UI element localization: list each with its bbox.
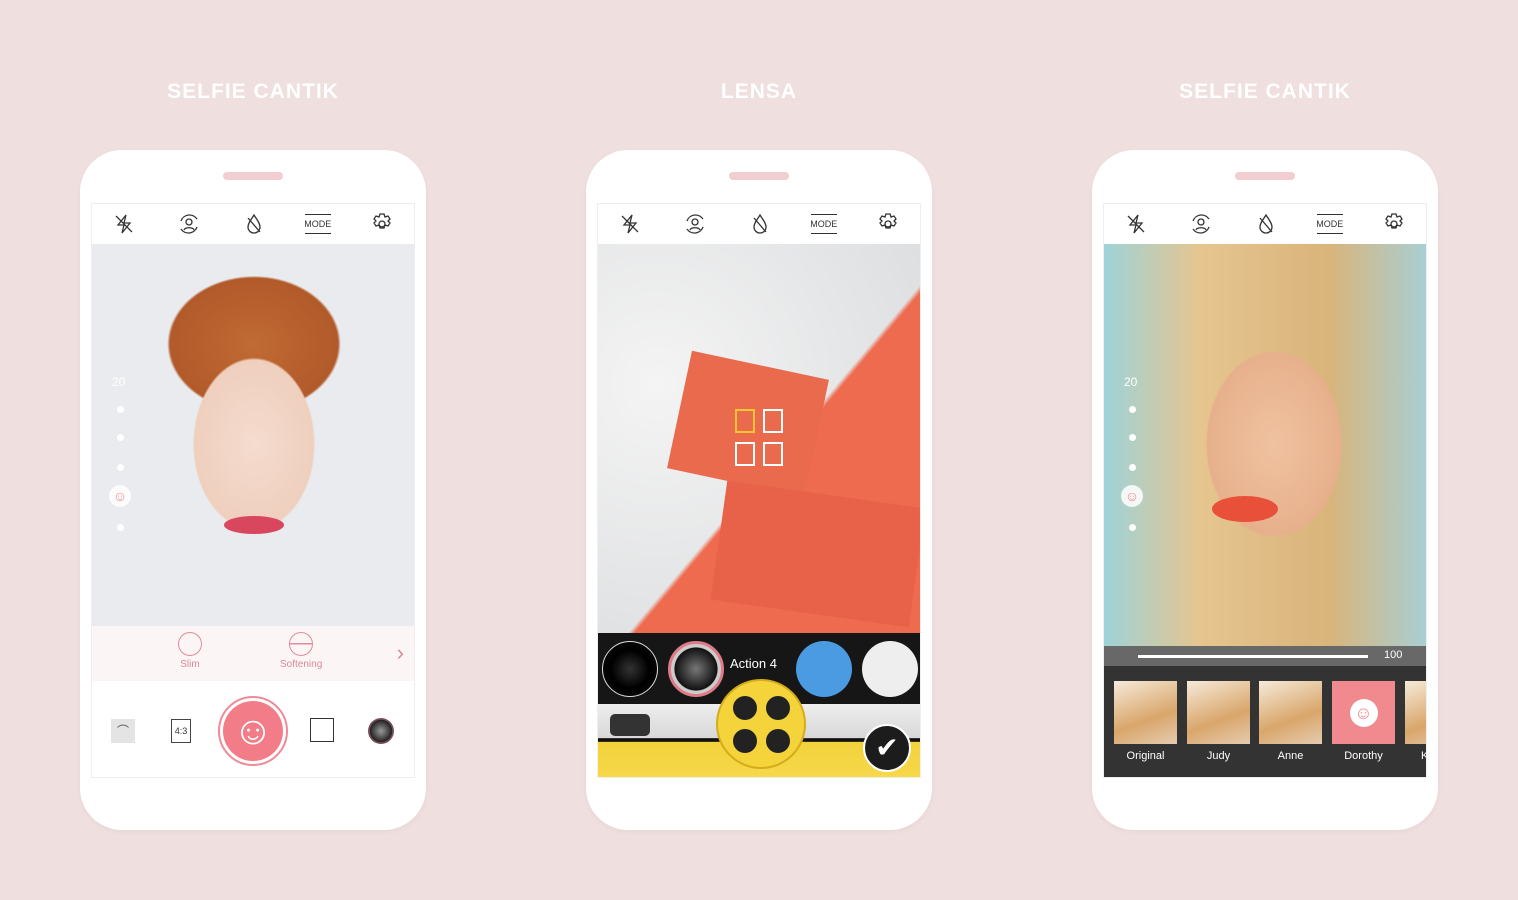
slider-smile-handle[interactable]: ☺ [109,485,131,507]
phone-speaker [729,172,789,180]
lens-option[interactable] [862,641,918,697]
lens-label: Action 4 [730,656,777,671]
softening-icon [289,632,314,656]
filter-thumb[interactable] [1187,681,1250,744]
phone-speaker [1235,172,1295,180]
slider-step[interactable] [117,434,124,441]
lips [224,516,284,534]
smile-icon: ☺ [223,701,283,761]
shutter-button[interactable]: ☺ [218,696,288,766]
face-slim-icon [178,632,202,656]
beauty-menu: Slim Softening › [92,626,414,681]
gear-icon[interactable] [368,210,396,238]
phone-mockup-lens: MODE Action 4 ✔ [586,150,932,830]
camera-body: ✔ [598,679,920,777]
filter-thumb[interactable] [1114,681,1177,744]
gear-icon[interactable] [1380,210,1408,238]
gallery-icon[interactable]: ⌒ [111,719,135,743]
filter-label: K [1405,750,1426,762]
camera-screen: MODE 20 ☺ Slim Softening › ⌒ 4:3 ☺ [91,203,415,778]
lens-option[interactable] [602,641,658,697]
slider-step[interactable] [1129,406,1136,413]
phone-mockup-filters: MODE 20 ☺ 100 Original Judy Anne ☺ Dorot… [1092,150,1438,830]
filter-label: Dorothy [1344,750,1383,762]
mode-icon[interactable]: MODE [1316,214,1343,234]
drop-off-icon[interactable] [240,210,268,238]
intensity-value: 100 [1384,649,1403,661]
slider-step[interactable] [117,524,124,531]
slider-step[interactable] [117,406,124,413]
filter-label: Judy [1206,750,1231,762]
slider-step[interactable] [1129,464,1136,471]
filter-thumb-selected[interactable]: ☺ [1332,681,1395,744]
switch-camera-icon[interactable] [175,210,203,238]
intensity-slider-bar: 100 [1104,646,1426,666]
beauty-item-label: Slim [180,659,200,670]
camera-screen: MODE 20 ☺ 100 Original Judy Anne ☺ Dorot… [1103,203,1427,778]
slider-step[interactable] [1129,524,1136,531]
lips [1212,496,1278,522]
camera-toolbar: MODE [598,204,920,244]
phone-speaker [223,172,283,180]
flash-off-icon[interactable] [1122,210,1150,238]
camera-screen: MODE Action 4 ✔ [597,203,921,778]
beauty-level: 20 [112,375,126,389]
aspect-ratio-button[interactable]: 4:3 [171,719,191,743]
camera-toolbar: MODE [92,204,414,244]
checkmark-icon[interactable]: ✔ [863,724,911,772]
drop-off-icon[interactable] [746,210,774,238]
lens-option-selected[interactable] [796,641,852,697]
intensity-slider[interactable] [1138,655,1368,658]
beauty-item-label: Softening [280,659,323,670]
screen-title: SELFIE CANTIK [167,80,339,103]
shutter-lens-button[interactable] [716,679,806,769]
mode-icon[interactable]: MODE [810,214,837,234]
beauty-item-softening[interactable]: Softening [280,632,322,670]
beauty-level: 20 [1124,375,1138,389]
chevron-right-icon[interactable]: › [397,640,404,666]
slider-step[interactable] [117,464,124,471]
focus-grid-icon [735,409,785,467]
filter-thumb[interactable] [1259,681,1322,744]
camera-preview-photo [92,244,414,626]
camera-toolbar: MODE [1104,204,1426,244]
flash-off-icon[interactable] [110,210,138,238]
flash-off-icon[interactable] [616,210,644,238]
slider-step[interactable] [1129,434,1136,441]
smile-icon: ☺ [1349,699,1378,727]
lens-option[interactable] [668,641,724,697]
filter-label: Original [1126,750,1165,762]
switch-camera-icon[interactable] [1187,210,1215,238]
lens-icon[interactable] [368,718,394,744]
camera-controls: ⌒ 4:3 ☺ [92,681,414,777]
screen-title: SELFIE CANTIK [1179,80,1351,103]
slider-smile-handle[interactable]: ☺ [1121,485,1143,507]
phone-mockup-selfie: MODE 20 ☺ Slim Softening › ⌒ 4:3 ☺ [80,150,426,830]
frame-icon[interactable] [310,718,334,742]
gear-icon[interactable] [874,210,902,238]
switch-camera-icon[interactable] [681,210,709,238]
watermelon [710,480,920,628]
filter-strip: Original Judy Anne ☺ Dorothy K [1104,666,1426,777]
camera-preview-photo [598,244,920,633]
drop-off-icon[interactable] [1252,210,1280,238]
screen-title: LENSA [720,80,798,103]
camera-preview-photo [1104,244,1426,646]
beauty-item-slim[interactable]: Slim [178,632,202,670]
viewfinder [610,714,650,736]
mode-icon[interactable]: MODE [304,214,331,234]
filter-thumb[interactable] [1405,681,1426,744]
filter-label: Anne [1277,750,1304,762]
